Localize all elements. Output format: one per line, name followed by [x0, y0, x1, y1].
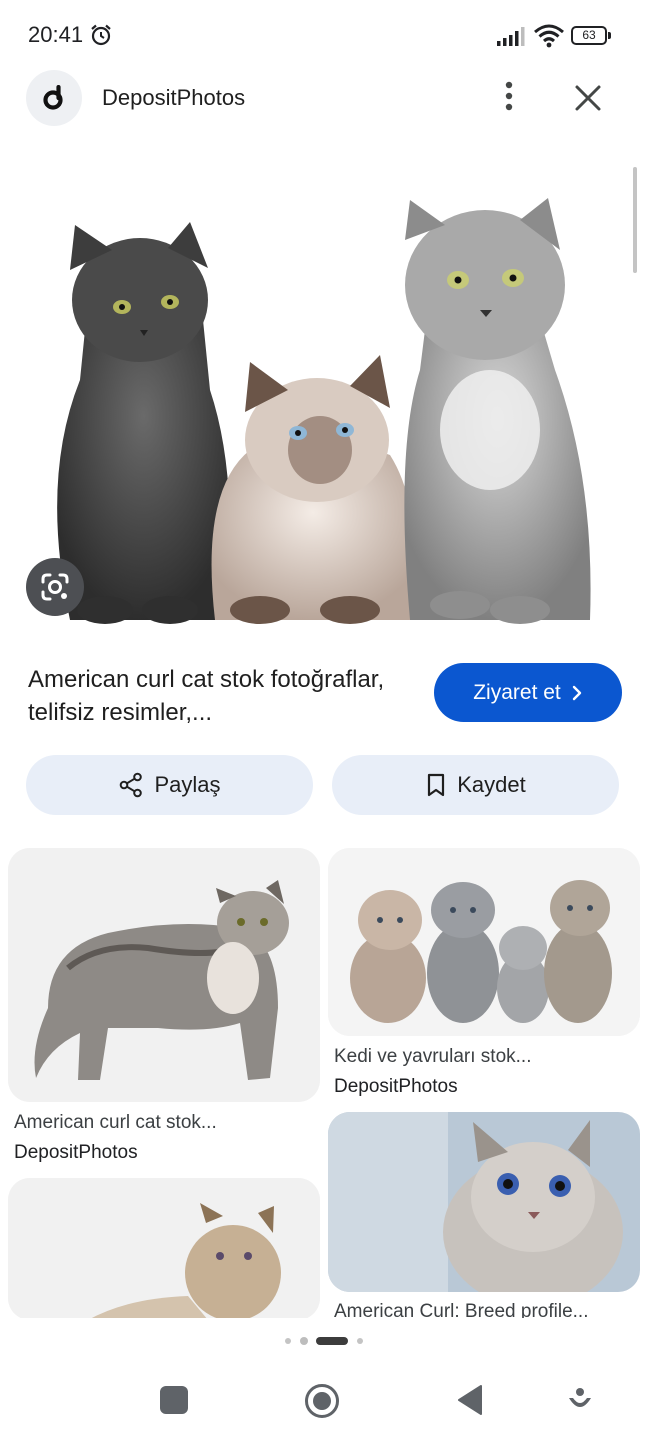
- related-card[interactable]: American Curl: Breed profile...: [328, 1112, 640, 1322]
- lens-icon: [41, 573, 69, 601]
- share-button[interactable]: Paylaş: [26, 755, 313, 815]
- related-source: DepositPhotos: [334, 1076, 458, 1097]
- recents-icon[interactable]: [160, 1386, 188, 1414]
- battery-indicator: 63: [571, 26, 611, 45]
- related-card[interactable]: [8, 1178, 320, 1320]
- scrollbar-thumb[interactable]: [633, 167, 637, 273]
- battery-tip: [608, 32, 611, 39]
- related-thumbnail: [8, 848, 320, 1102]
- site-logo[interactable]: [26, 70, 82, 126]
- depositphotos-logo-icon: [43, 85, 63, 110]
- battery-level: 63: [571, 26, 607, 45]
- related-thumbnail: [328, 1112, 640, 1292]
- close-icon[interactable]: [570, 80, 606, 116]
- assistant-icon[interactable]: [566, 1386, 594, 1414]
- back-icon[interactable]: [456, 1384, 484, 1416]
- signal-icon: [497, 27, 525, 46]
- more-vert-icon[interactable]: [494, 78, 524, 114]
- related-thumbnail: [328, 848, 640, 1036]
- lens-button[interactable]: [26, 558, 84, 616]
- related-title: Kedi ve yavruları stok...: [334, 1046, 532, 1067]
- visit-button[interactable]: Ziyaret et: [434, 663, 622, 722]
- status-bar: 20:41 63: [0, 0, 648, 70]
- save-label: Kaydet: [457, 772, 526, 797]
- bookmark-icon: [428, 773, 445, 797]
- related-card[interactable]: Kedi ve yavruları stok... DepositPhotos: [328, 848, 640, 1100]
- three-kittens-photo: [0, 150, 648, 640]
- header: DepositPhotos: [0, 66, 648, 130]
- share-label: Paylaş: [154, 772, 221, 797]
- save-button[interactable]: Kaydet: [332, 755, 619, 815]
- status-time: 20:41: [28, 22, 84, 47]
- chevron-right-icon: [572, 685, 581, 700]
- page-indicator: [285, 1337, 363, 1345]
- main-image[interactable]: [0, 150, 648, 640]
- related-thumbnail: [8, 1178, 320, 1320]
- related-card[interactable]: American curl cat stok... DepositPhotos: [8, 848, 320, 1168]
- share-icon: [120, 772, 143, 798]
- related-source: DepositPhotos: [14, 1142, 138, 1163]
- image-title: American curl cat stok fotoğraflar, teli…: [28, 666, 385, 726]
- related-title: American curl cat stok...: [14, 1112, 217, 1133]
- home-icon[interactable]: [304, 1383, 340, 1419]
- site-name[interactable]: DepositPhotos: [102, 85, 245, 111]
- alarm-icon: [91, 24, 111, 46]
- visit-label: Ziyaret et: [473, 680, 561, 704]
- wifi-icon: [534, 24, 564, 48]
